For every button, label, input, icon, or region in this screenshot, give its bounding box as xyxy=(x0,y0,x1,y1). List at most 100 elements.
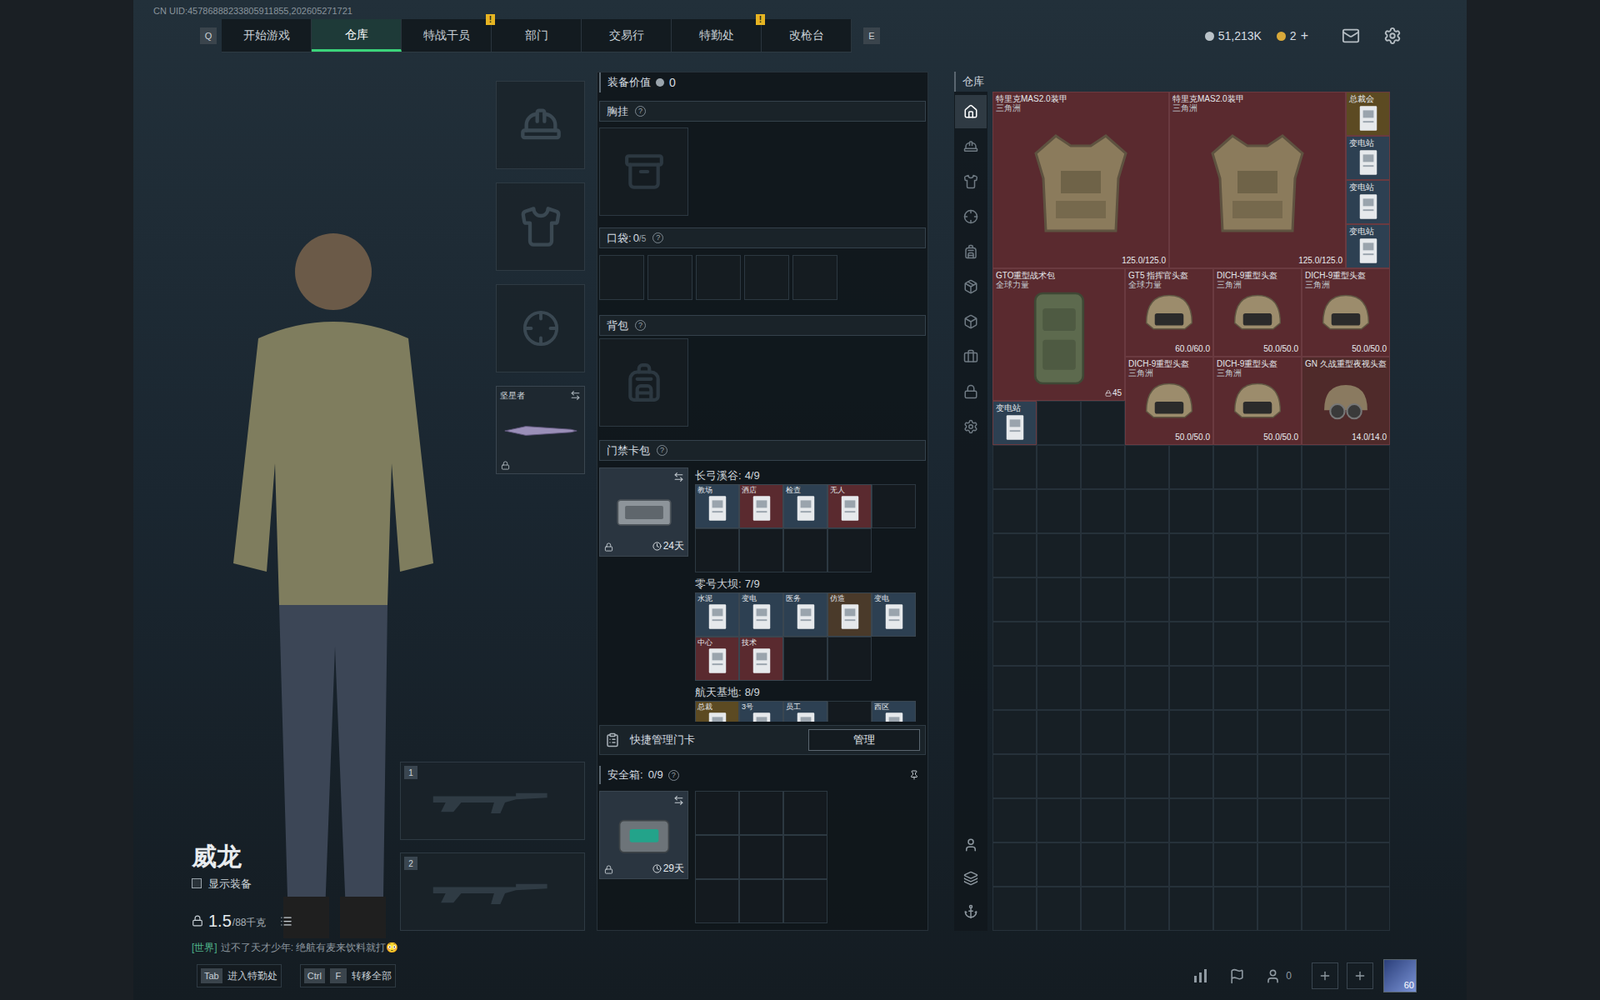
warehouse-side-tab[interactable] xyxy=(955,340,987,374)
helmet-slot[interactable] xyxy=(495,80,585,170)
chest-rig-slot[interactable] xyxy=(599,127,689,216)
warehouse-side-tab[interactable] xyxy=(955,95,987,129)
warehouse-item[interactable]: GTO重型战术包全球力量45 xyxy=(992,268,1125,401)
warehouse-cell[interactable] xyxy=(992,710,1037,755)
keycard-slot-empty[interactable] xyxy=(695,528,740,573)
warehouse-cell[interactable] xyxy=(1080,621,1125,666)
warehouse-cell[interactable] xyxy=(1257,798,1302,843)
show-equipment-toggle[interactable]: 显示装备 xyxy=(191,875,399,893)
warehouse-cell[interactable] xyxy=(1080,886,1125,931)
help-badge[interactable]: ? xyxy=(652,232,664,244)
warehouse-cell[interactable] xyxy=(1345,445,1390,490)
warehouse-cell[interactable] xyxy=(1213,886,1258,931)
warehouse-cell[interactable] xyxy=(1345,489,1390,534)
warehouse-cell[interactable] xyxy=(992,798,1037,843)
pocket-slot[interactable] xyxy=(695,255,741,300)
warehouse-cell[interactable] xyxy=(1125,489,1170,534)
safe-box-slot[interactable] xyxy=(783,790,828,835)
warehouse-cell[interactable] xyxy=(1213,665,1258,710)
help-badge[interactable]: ? xyxy=(668,770,680,781)
warehouse-cell[interactable] xyxy=(1301,577,1346,622)
warehouse-cell[interactable] xyxy=(1125,754,1170,799)
warehouse-cell[interactable] xyxy=(1169,533,1214,578)
warehouse-cell[interactable] xyxy=(1036,842,1081,887)
warehouse-item[interactable]: 总裁会 xyxy=(1345,91,1390,136)
warehouse-cell[interactable] xyxy=(1169,445,1214,490)
warehouse-cell[interactable] xyxy=(1125,577,1170,622)
gold[interactable]: 2+ xyxy=(1276,25,1309,46)
swap-icon[interactable] xyxy=(673,471,685,483)
anchor-icon[interactable] xyxy=(963,904,979,920)
warehouse-cell[interactable] xyxy=(992,665,1037,710)
warehouse-cell[interactable] xyxy=(1169,886,1214,931)
keycard-case[interactable]: 24天 xyxy=(599,467,689,557)
keycard-slot-empty[interactable] xyxy=(783,528,828,573)
warehouse-item[interactable]: 变电站 xyxy=(1345,224,1390,269)
warehouse-item[interactable]: 特里克MAS2.0装甲三角洲125.0/125.0 xyxy=(992,91,1170,269)
warehouse-cell[interactable] xyxy=(1301,842,1346,887)
warehouse-side-tab[interactable] xyxy=(955,305,987,339)
warehouse-cell[interactable] xyxy=(1213,577,1258,622)
flag-icon[interactable] xyxy=(1229,968,1245,985)
warehouse-cell[interactable] xyxy=(1036,533,1081,578)
warehouse-cell[interactable] xyxy=(1036,445,1081,490)
warehouse-cell[interactable] xyxy=(992,842,1037,887)
nav-tab[interactable]: 交易行 xyxy=(581,19,672,52)
weapon-slot[interactable]: 2 xyxy=(400,852,585,931)
warehouse-cell[interactable] xyxy=(1169,842,1214,887)
warehouse-cell[interactable] xyxy=(1169,754,1214,799)
warehouse-cell[interactable] xyxy=(1080,489,1125,534)
warehouse-cell[interactable] xyxy=(1301,665,1346,710)
warehouse-cell[interactable] xyxy=(1301,798,1346,843)
warehouse-cell[interactable] xyxy=(1125,621,1170,666)
warehouse-cell[interactable] xyxy=(1080,754,1125,799)
warehouse-cell[interactable] xyxy=(992,754,1037,799)
safe-box-slot[interactable] xyxy=(695,835,740,880)
warehouse-cell[interactable] xyxy=(1125,445,1170,490)
warehouse-cell[interactable] xyxy=(992,886,1037,931)
warehouse-cell[interactable] xyxy=(1169,710,1214,755)
keycard-slot-empty[interactable] xyxy=(827,636,872,681)
player-avatar[interactable]: 60 xyxy=(1383,959,1417,993)
warehouse-cell[interactable] xyxy=(992,621,1037,666)
warehouse-cell[interactable] xyxy=(1301,621,1346,666)
warehouse-cell[interactable] xyxy=(1345,710,1390,755)
safe-box-slot[interactable] xyxy=(783,879,828,924)
warehouse-cell[interactable] xyxy=(1345,886,1390,931)
keycard-slot[interactable]: 仿造 xyxy=(827,592,872,637)
keycard-slot[interactable]: 中心 xyxy=(695,636,740,681)
warehouse-cell[interactable] xyxy=(1213,710,1258,755)
nav-tab[interactable]: 改枪台 xyxy=(761,19,852,52)
warehouse-side-tab[interactable] xyxy=(955,375,987,409)
gold-add[interactable]: + xyxy=(1300,25,1309,46)
nav-key-e[interactable]: E xyxy=(863,27,880,45)
warehouse-cell[interactable] xyxy=(1301,710,1346,755)
help-badge[interactable]: ? xyxy=(635,320,646,331)
warehouse-cell[interactable] xyxy=(1301,445,1346,490)
warehouse-item[interactable]: DICH-9重型头盔三角洲50.0/50.0 xyxy=(1213,356,1302,445)
warehouse-item[interactable]: GN 久战重型夜视头盔14.0/14.0 xyxy=(1301,356,1390,445)
warehouse-cell[interactable] xyxy=(1345,798,1390,843)
safe-box-case[interactable]: 29天 xyxy=(599,790,689,880)
warehouse-item[interactable]: 变电站 xyxy=(1345,135,1390,180)
warehouse-cell[interactable] xyxy=(1080,710,1125,755)
nav-tab[interactable]: 仓库 xyxy=(311,19,402,52)
warehouse-cell[interactable] xyxy=(1036,710,1081,755)
warehouse-cell[interactable] xyxy=(1125,665,1170,710)
warehouse-cell[interactable] xyxy=(1213,798,1258,843)
keycard-slot[interactable]: 技术 xyxy=(739,636,784,681)
warehouse-cell[interactable] xyxy=(1169,621,1214,666)
keycard-slot-empty[interactable] xyxy=(871,484,916,529)
warehouse-cell[interactable] xyxy=(992,577,1037,622)
keycard-slot-empty[interactable] xyxy=(739,528,784,573)
pin-icon[interactable] xyxy=(909,770,920,780)
keycard-slot[interactable]: 检查 xyxy=(783,484,828,529)
warehouse-item[interactable]: GT5 指挥官头盔全球力量60.0/60.0 xyxy=(1125,268,1214,357)
melee-slot[interactable]: 坚星者 xyxy=(495,385,585,475)
warehouse-cell[interactable] xyxy=(1036,489,1081,534)
warehouse-cell[interactable] xyxy=(1125,533,1170,578)
warehouse-cell[interactable] xyxy=(1213,842,1258,887)
keycard-slot-empty[interactable] xyxy=(827,528,872,573)
warehouse-cell[interactable] xyxy=(1257,489,1302,534)
warehouse-cell[interactable] xyxy=(1125,842,1170,887)
